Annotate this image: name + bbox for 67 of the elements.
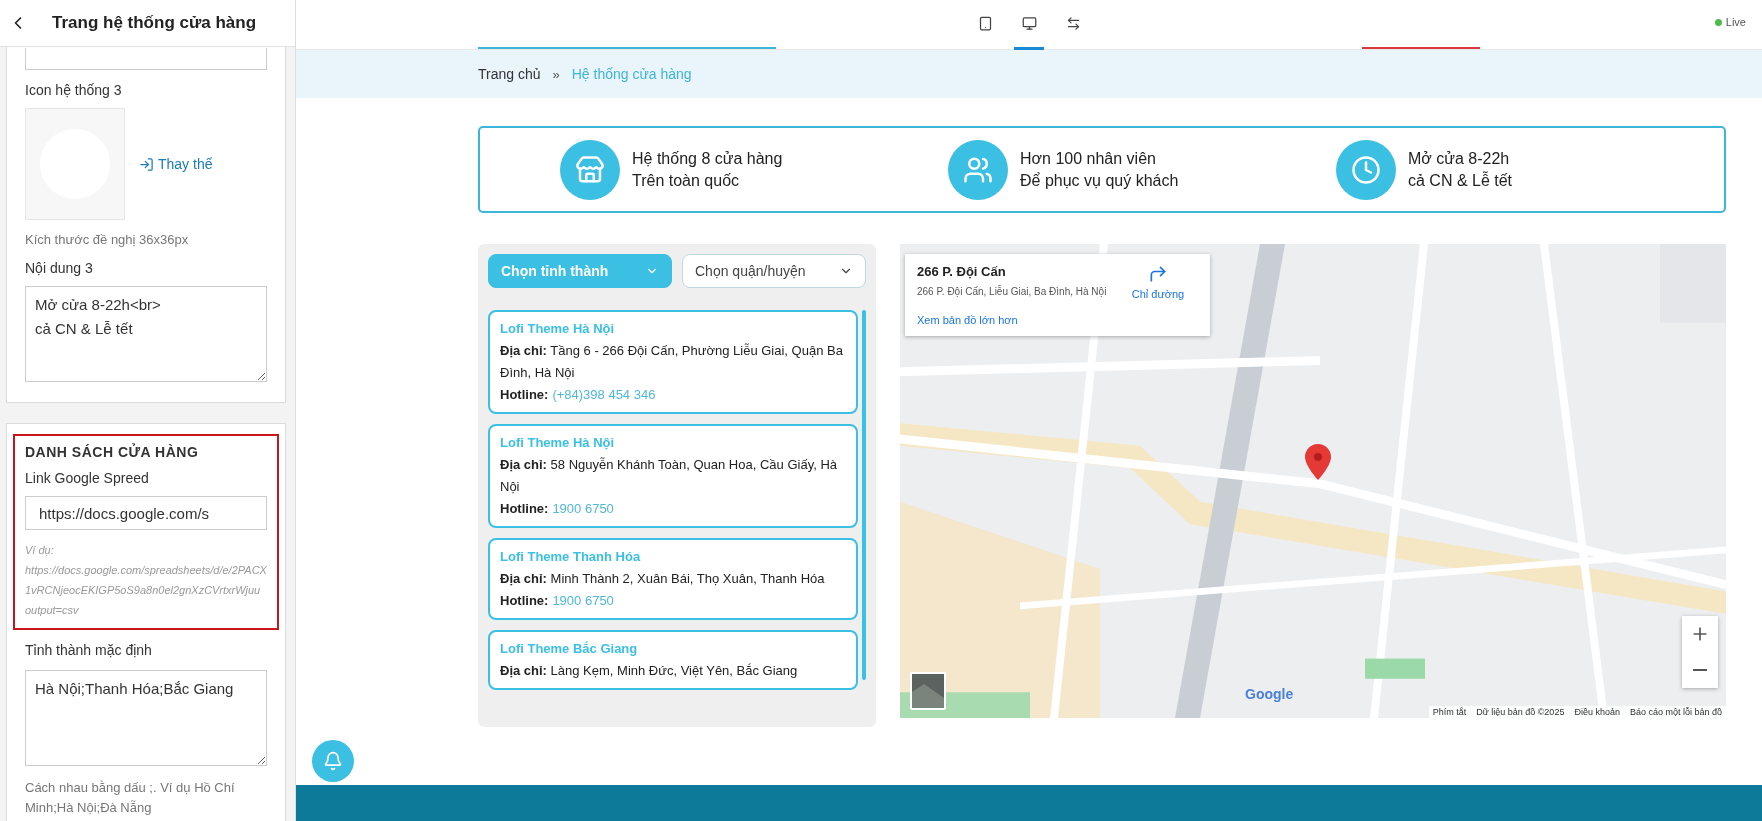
store-card[interactable]: Lofi Theme Thanh Hóa Địa chỉ: Minh Thành 2, Xuân Bái, Thọ Xuân, Thanh Hóa Hotline: 1900 6750 [488,538,858,620]
textarea-field[interactable]: Mở cửa 8-22h<br> cả CN & Lễ tết [25,286,267,382]
store-name: Lofi Theme Bắc Giang [500,640,639,658]
feature-subtitle: Để phục vụ quý khách [1020,171,1179,190]
tablet-icon [977,15,993,31]
field-label: Tỉnh thành mặc định [25,642,153,658]
place-address: 266 P. Đội Cấn, Liễu Giai, Ba Đình, Hà Nội [917,284,1108,299]
feature-subtitle: Trên toàn quốc [632,171,741,190]
breadcrumb-link[interactable]: Trang chủ [478,66,541,82]
hint-text: Cách nhau bằng dấu ;. Ví dụ Hồ Chí Minh;Hà Nội;Đà Nẵng [25,779,236,817]
place-title: 266 P. Đội Cấn [917,264,1007,281]
map-footer-link[interactable]: Phím tắt [1432,707,1467,717]
store-card[interactable]: Lofi Theme Hà Nội Địa chỉ: Tầng 6 - 266 Đội Cấn, Phường Liễu Giai, Quận Ba Đình, Hà Nội Hotline: (+84)398 454 346 [488,310,858,414]
map-logo: Google [1245,686,1294,702]
store-icon [575,154,605,185]
scrollbar[interactable] [862,310,866,680]
map[interactable]: 266 P. Đội Cấn 266 P. Đội Cấn, Liễu Giai, Ba Đình, Hà Nội Chỉ đường Xem bản đồ lớn hơn Google Phím tắt Dữ liệu bản đồ ©2025 Điều khoản Báo cáo một lỗi bản đồ [900,244,1726,718]
field-label: Icon hệ thống 3 [25,82,123,98]
store-name: Lofi Theme Hà Nội [500,320,616,338]
store-address: Địa chỉ: Tầng 6 - 266 Đội Cấn, Phường Liễu Giai, Quận Ba Đình, Hà Nội [500,342,844,382]
store-address: Địa chỉ: Minh Thành 2, Xuân Bái, Thọ Xuân, Thanh Hóa [500,570,826,588]
zoom-out-button[interactable] [1682,652,1718,688]
map-pin-icon [1305,444,1331,480]
map-footer-link[interactable]: Báo cáo một lỗi bản đồ [1629,707,1722,717]
store-card[interactable]: Lofi Theme Bắc Giang Địa chỉ: Làng Kẹm, Minh Đức, Việt Yên, Bắc Giang [488,630,858,690]
replace-icon [139,156,154,172]
feature-title: Hơn 100 nhân viên [1020,149,1157,168]
example-text: Ví dụ: [25,543,55,558]
status-dot [1714,18,1722,26]
map-footer-link[interactable]: Điều khoản [1574,707,1620,717]
store-name: Lofi Theme Hà Nội [500,434,616,452]
hotline-label: Hotline: [500,386,549,404]
store-card[interactable]: Lofi Theme Hà Nội Địa chỉ: 58 Nguyễn Khánh Toàn, Quan Hoa, Cầu Giấy, Hà Nội Hotline: 1900 6750 [488,424,858,528]
directions-link[interactable]: Chỉ đường [1118,264,1198,300]
store-address: Địa chỉ: 58 Nguyễn Khánh Toàn, Quan Hoa, Cầu Giấy, Hà Nội [500,456,838,496]
zoom-in-button[interactable] [1682,616,1718,652]
clock-icon [1351,154,1381,185]
section-heading: DANH SÁCH CỬA HÀNG [25,444,200,460]
feature-subtitle: cả CN & Lễ tết [1408,171,1513,190]
map-footer-link[interactable]: Dữ liệu bản đồ ©2025 [1476,707,1565,717]
breadcrumb-separator: » [552,66,560,82]
example-text: https://docs.google.com/spreadsheets/d/e/2PACX [25,563,267,578]
arrows-horizontal-icon [1065,15,1081,31]
textarea-field[interactable]: Hà Nội;Thanh Hóa;Bắc Giang [25,670,267,766]
larger-map-link[interactable]: Xem bản đồ lớn hơn [917,314,1198,326]
directions-icon [1148,264,1168,284]
replace-link[interactable]: Thay thế [139,156,213,172]
desktop-icon [1021,15,1037,31]
example-text: output=csv [25,603,80,618]
example-text: 1vRCNjeocEKIGP5oS9a8n0el2gnXzCVrtxrWjuu [25,583,262,598]
bell-icon [323,751,343,771]
feature-title: Mở cửa 8-22h [1408,149,1511,168]
store-name: Lofi Theme Thanh Hóa [500,548,642,566]
textarea-field[interactable] [25,48,267,70]
minus-icon [1693,669,1707,671]
hotline-label: Hotline: [500,592,549,610]
hotline-label: Hotline: [500,500,549,518]
select-dropdown[interactable]: Chọn quận/huyện [682,254,866,288]
feature-title: Hệ thống 8 cửa hàng [632,149,783,168]
satellite-thumbnail[interactable] [910,672,946,710]
field-label: Nội dung 3 [25,260,94,276]
field-label: Link Google Spreed [25,470,150,486]
store-address: Địa chỉ: Làng Kẹm, Minh Đức, Việt Yên, Bắc Giang [500,662,799,680]
hint-text: Kích thước đề nghị 36x36px [25,231,190,249]
panel-title: Trang hệ thống cửa hàng [52,13,257,33]
input-field[interactable]: https://docs.google.com/s [25,496,267,530]
status-text: Live [1725,16,1746,28]
